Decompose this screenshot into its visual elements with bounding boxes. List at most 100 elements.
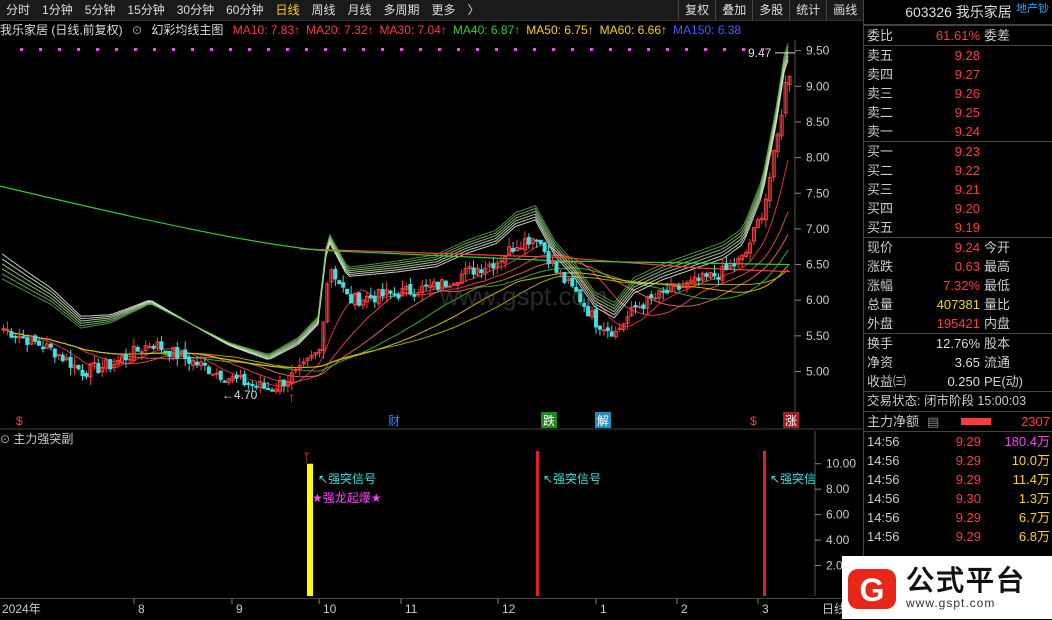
stat-label: 换手 [867,336,894,351]
svg-text:G: G [860,572,885,608]
trade-row[interactable]: 14:56 9.29 11.4万 [864,470,1052,489]
candle-body [665,290,670,294]
trade-row[interactable]: 14:56 9.30 1.3万 [864,489,1052,508]
toolbar-button-0[interactable]: 复权 [678,0,715,20]
stat-value: 9.24 [954,240,980,255]
dividend-marker-icon: $ [16,414,23,428]
signal-dot [533,48,536,51]
indicator-name[interactable]: 幻彩均线主图 [151,23,223,37]
toolbar-button-1[interactable]: 叠加 [715,0,752,20]
ask-row[interactable]: 卖五 9.28 [864,46,1052,65]
signal-dot [248,48,251,51]
candle-body [76,364,81,370]
stat-row: 涨跌 0.63 最高 [864,257,1052,276]
period-tab-6[interactable]: 日线 [269,0,305,20]
signal-bar [307,463,313,596]
period-tab-3[interactable]: 15分钟 [121,0,170,20]
wei-bi-value: 61.61% [935,28,980,43]
sector-badge[interactable]: 地产钞 [1014,0,1051,16]
y-tick-label: 5.00 [806,364,830,378]
candle-body [388,290,393,294]
candle-body [92,362,97,365]
y-tick-label: 9.00 [806,79,830,93]
sub-y-tick-label: 6.00 [826,508,850,522]
period-tab-0[interactable]: 分时 [0,0,36,20]
trade-time: 14:56 [867,453,900,468]
ask-row[interactable]: 卖一 9.24 [864,122,1052,141]
candlestick-chart[interactable]: 9.50 9.00 8.50 8.00 7.50 7.00 6.50 6.00 5.50 5.00… [0,40,862,430]
candle-body [151,345,156,349]
signal-dot [39,48,42,51]
ma-line [1,234,789,378]
candle-body [96,363,101,374]
signal-dot [419,48,422,51]
period-tab-9[interactable]: 多周期 [378,0,426,20]
trade-time: 14:56 [867,529,900,544]
candle-body [491,263,496,269]
bid-row[interactable]: 买五 9.19 [864,218,1052,237]
candle-body [337,280,342,285]
signal-dot [457,48,460,51]
trade-volume: 11.4万 [1012,472,1050,487]
trade-row[interactable]: 14:56 9.29 6.7万 [864,508,1052,527]
period-tab-4[interactable]: 30分钟 [171,0,220,20]
stat-label: 现价 [867,240,894,255]
ma-legend-item: MA10: 7.83↑ [232,23,301,37]
period-tab-2[interactable]: 5分钟 [79,0,122,20]
sub-indicator-chart[interactable]: 10.008.006.004.002.00ᛉ↖强突信号★强龙起爆★↖强突信号 ↖强… [0,431,862,596]
signal-dot [723,48,726,51]
signal-dot [343,48,346,51]
bid-price: 9.22 [954,163,980,178]
candle-body [123,354,128,361]
trade-price: 9.30 [955,491,981,506]
trade-list[interactable]: 14:56 9.29 180.4万 14:56 9.29 10.0万 14:56 9.29 11… [864,431,1052,546]
wei-cha-label: 委差 [984,28,1011,43]
toolbar-button-2[interactable]: 多股 [752,0,789,20]
main-net-row: 主力净额 ▤ 2307 [864,411,1052,431]
stat-label2: PE(动) [984,374,1024,389]
candle-body [218,370,223,380]
bid-price: 9.20 [954,201,980,216]
period-tab-7[interactable]: 周线 [305,0,341,20]
ask-price: 9.24 [954,124,980,139]
trade-row[interactable]: 14:56 9.29 180.4万 [864,432,1052,451]
ask-row[interactable]: 卖四 9.27 [864,65,1052,84]
candle-body [68,356,73,368]
candle-body [609,331,614,337]
trade-row[interactable]: 14:56 9.29 6.8万 [864,527,1052,546]
trade-time: 14:56 [867,472,900,487]
toolbar-button-3[interactable]: 统计 [789,0,826,20]
more-arrow-icon[interactable]: 〉 [462,0,486,20]
signal-dot [400,48,403,51]
ask-row[interactable]: 卖二 9.25 [864,103,1052,122]
trade-time: 14:56 [867,510,900,525]
candle-body [246,382,251,385]
calc-icon[interactable]: ▤ [927,412,941,431]
toolbar-button-4[interactable]: 画线 [826,0,863,20]
time-axis: 2024年 8 9 10 11 12 1 2 3 日线 [0,598,862,616]
candle-body [262,383,267,389]
bid-row[interactable]: 买二 9.22 [864,161,1052,180]
candle-body [558,272,563,275]
event-marker: 跌 [543,413,555,428]
candle-body [13,335,18,338]
period-tab-1[interactable]: 1分钟 [36,0,79,20]
bid-row[interactable]: 买四 9.20 [864,199,1052,218]
trade-row[interactable]: 14:56 9.29 10.0万 [864,451,1052,470]
period-tab-5[interactable]: 60分钟 [220,0,269,20]
candle-body [167,350,172,357]
bid-row[interactable]: 买三 9.21 [864,180,1052,199]
signal-dot [609,48,612,51]
signal-dot [362,48,365,51]
period-tab-10[interactable]: 更多 [426,0,462,20]
ask-row[interactable]: 卖三 9.26 [864,84,1052,103]
ask-label: 卖四 [867,67,894,82]
bid-row[interactable]: 买一 9.23 [864,142,1052,161]
wei-bi-label: 委比 [867,28,894,43]
stat-label: 总量 [867,297,894,312]
indicator-icon[interactable]: ⊙ [132,23,142,37]
stat-label: 外盘 [867,316,894,331]
candle-body [542,242,547,252]
trade-volume: 6.7万 [1018,510,1050,525]
period-tab-8[interactable]: 月线 [342,0,378,20]
